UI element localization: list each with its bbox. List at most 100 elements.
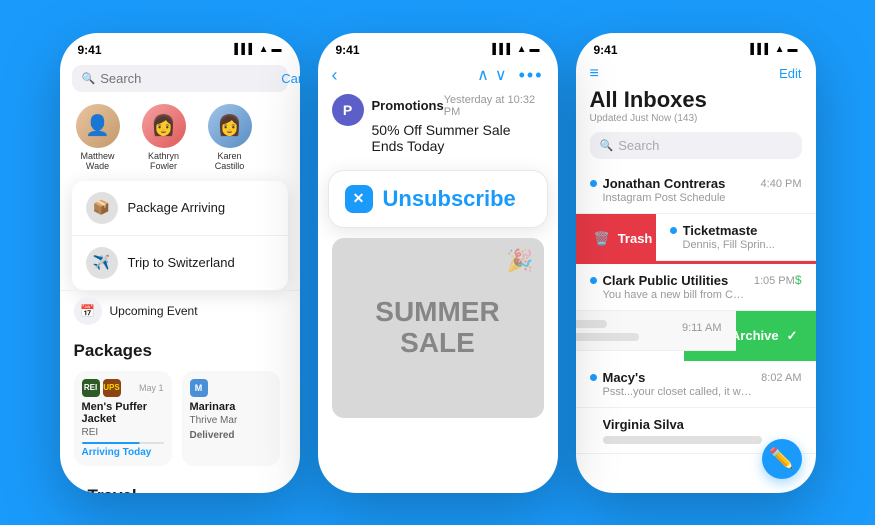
- email-row-ticketmaster[interactable]: Ticketmaste Dennis, Fill Sprin...: [656, 214, 816, 261]
- middle-status-icons: ▌▌▌ ▲ ▬: [492, 44, 539, 55]
- email-row-archived[interactable]: 9:11 AM: [576, 311, 736, 351]
- chevron-down-icon[interactable]: ∨: [495, 65, 507, 85]
- suggestion-package[interactable]: 📦 Package Arriving: [72, 181, 288, 236]
- more-button[interactable]: •••: [519, 65, 544, 86]
- battery-icon: ▬: [272, 44, 282, 55]
- email-from: Promotions: [372, 98, 444, 113]
- unsubscribe-icon: ✕: [345, 185, 373, 213]
- compose-button[interactable]: ✏️: [762, 439, 802, 479]
- stamp-icon: 🎉: [506, 248, 533, 274]
- preview-clark: You have a new bill from Clark Publ...: [603, 289, 746, 301]
- sale-line1: SUMMER: [375, 297, 499, 328]
- swipe-archive: Archive ✓ 9:11 AM: [576, 311, 816, 361]
- mid-battery-icon: ▬: [530, 44, 540, 55]
- sender-macys: Macy's: [603, 370, 754, 385]
- unsubscribe-banner[interactable]: ✕ Unsubscribe: [328, 170, 548, 228]
- hamburger-icon[interactable]: ≡: [590, 65, 599, 83]
- package-card-2[interactable]: M Marinara Thrive Mar Delivered: [182, 371, 280, 466]
- time-clark: 1:05 PM: [754, 275, 795, 287]
- sender-jonathan: Jonathan Contreras: [603, 176, 753, 191]
- package-icon: 📦: [86, 192, 118, 224]
- unsubscribe-label: Unsubscribe: [383, 186, 516, 212]
- plane-icon: ✈️: [86, 247, 118, 279]
- email-subject: 50% Off Summer Sale Ends Today: [372, 122, 544, 154]
- email-row-content-2: Ticketmaste Dennis, Fill Sprin...: [683, 223, 816, 251]
- promo-avatar: P: [332, 94, 364, 126]
- contact-name-karen: Karen Castillo: [204, 151, 256, 171]
- preview-jonathan: Instagram Post Schedule: [603, 192, 753, 204]
- unread-dot-1: [590, 180, 597, 187]
- suggestion-list: 📦 Package Arriving ✈️ Trip to Switzerlan…: [72, 181, 288, 290]
- ups-logo: UPS: [103, 379, 121, 397]
- cancel-button[interactable]: Cancel: [281, 71, 299, 86]
- sale-line2: SALE: [375, 328, 499, 359]
- packages-title: Packages: [60, 331, 300, 367]
- right-status-icons: ▌▌▌ ▲ ▬: [750, 44, 797, 55]
- trash-icon: 🗑️: [594, 231, 610, 247]
- suggestion-package-text: Package Arriving: [128, 200, 226, 215]
- left-status-bar: 9:41 ▌▌▌ ▲ ▬: [60, 33, 300, 61]
- middle-status-time: 9:41: [336, 43, 360, 57]
- contacts-row: 👤 Matthew Wade 👩 Kathryn Fowler 👩 Karen …: [60, 100, 300, 181]
- time-macys: 8:02 AM: [761, 372, 801, 384]
- phones-container: 9:41 ▌▌▌ ▲ ▬ 🔍 Cancel 👤 Matthew Wade 👩: [0, 0, 875, 525]
- checkmark-icon: ✓: [787, 328, 798, 344]
- inbox-title: All Inboxes: [590, 87, 802, 113]
- preview-ticketmaster: Dennis, Fill Sprin...: [683, 239, 816, 251]
- time-archived: 9:11 AM: [682, 322, 722, 334]
- email-row-jonathan[interactable]: Jonathan Contreras Instagram Post Schedu…: [576, 167, 816, 214]
- email-row-content-3: Clark Public Utilities You have a new bi…: [603, 273, 746, 301]
- unread-dot-2: [670, 227, 677, 234]
- packages-row: REI UPS May 1 Men's Puffer Jacket REI Ar…: [60, 367, 300, 476]
- avatar-karen: 👩: [208, 104, 252, 148]
- email-row-clark[interactable]: Clark Public Utilities You have a new bi…: [576, 264, 816, 311]
- email-time: Yesterday at 10:32 PM: [444, 94, 544, 118]
- sender-virginia: Virginia Silva: [603, 417, 802, 432]
- mid-wifi-icon: ▲: [517, 44, 527, 55]
- contact-name-kathryn: Kathryn Fowler: [138, 151, 190, 171]
- upcoming-event-label: Upcoming Event: [110, 304, 198, 318]
- email-nav: ‹ ∧ ∨ •••: [318, 61, 558, 94]
- left-search-bar[interactable]: 🔍 Cancel: [72, 65, 288, 92]
- email-header: P Promotions Yesterday at 10:32 PM 50% O…: [318, 94, 558, 164]
- back-button[interactable]: ‹: [332, 65, 338, 86]
- chevron-up-icon[interactable]: ∧: [477, 65, 489, 85]
- middle-phone: 9:41 ▌▌▌ ▲ ▬ ‹ ∧ ∨ ••• P P: [318, 33, 558, 493]
- wifi-icon: ▲: [259, 44, 269, 55]
- right-status-time: 9:41: [594, 43, 618, 57]
- right-status-bar: 9:41 ▌▌▌ ▲ ▬: [576, 33, 816, 61]
- search-icon: 🔍: [82, 72, 96, 85]
- contact-matthew[interactable]: 👤 Matthew Wade: [72, 104, 124, 171]
- pkg-name-1: Men's Puffer Jacket: [82, 401, 164, 425]
- package-card-1[interactable]: REI UPS May 1 Men's Puffer Jacket REI Ar…: [74, 371, 172, 466]
- inbox-header: ≡ Edit All Inboxes Updated Just Now (143…: [576, 61, 816, 167]
- archive-label: Archive: [731, 328, 779, 343]
- nav-up-down[interactable]: ∧ ∨: [477, 65, 506, 85]
- signal-icon: ▌▌▌: [234, 44, 255, 55]
- avatar-matthew: 👤: [76, 104, 120, 148]
- contact-kathryn[interactable]: 👩 Kathryn Fowler: [138, 104, 190, 171]
- contact-karen[interactable]: 👩 Karen Castillo: [204, 104, 256, 171]
- middle-status-bar: 9:41 ▌▌▌ ▲ ▬: [318, 33, 558, 61]
- suggestion-trip[interactable]: ✈️ Trip to Switzerland: [72, 236, 288, 290]
- pkg-store-1: REI: [82, 427, 164, 438]
- edit-button[interactable]: Edit: [779, 66, 801, 81]
- pkg-date-1: May 1: [139, 383, 164, 393]
- avatar-kathryn: 👩: [142, 104, 186, 148]
- left-search-input[interactable]: [100, 71, 276, 86]
- travel-title: Travel: [74, 476, 286, 493]
- inbox-top: ≡ Edit: [590, 65, 802, 83]
- calendar-icon: 📅: [74, 297, 102, 325]
- pkg-status-1: Arriving Today: [82, 447, 164, 458]
- email-row-macys[interactable]: Macy's Psst...your closet called, it wan…: [576, 361, 816, 408]
- sender-ticketmaster: Ticketmaste: [683, 223, 816, 238]
- inbox-search[interactable]: 🔍 Search: [590, 132, 802, 159]
- compose-icon: ✏️: [769, 446, 794, 471]
- r-wifi-icon: ▲: [775, 44, 785, 55]
- arriving-bar: [82, 442, 164, 444]
- unread-dot-3: [590, 277, 597, 284]
- email-row-content-1: Jonathan Contreras Instagram Post Schedu…: [603, 176, 753, 204]
- email-row-content-6: Virginia Silva: [603, 417, 802, 444]
- left-status-icons: ▌▌▌ ▲ ▬: [234, 44, 281, 55]
- r-signal-icon: ▌▌▌: [750, 44, 771, 55]
